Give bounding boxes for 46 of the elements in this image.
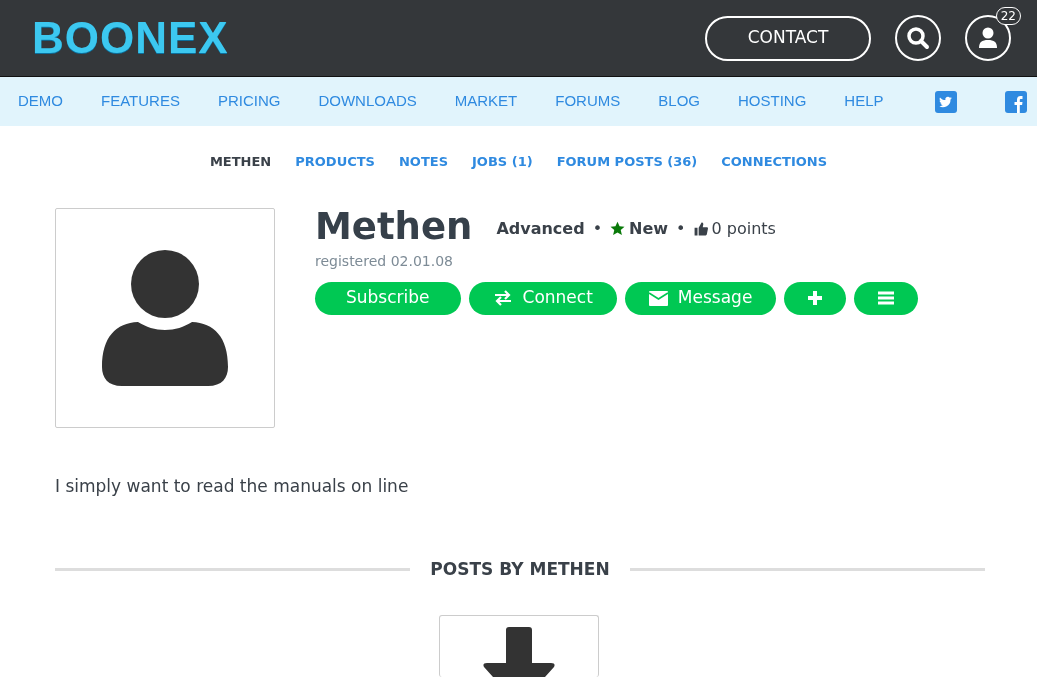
star-icon bbox=[610, 221, 626, 236]
nav-link[interactable]: BLOG bbox=[658, 90, 700, 113]
profile-tab[interactable]: NOTES bbox=[398, 152, 448, 172]
facebook-icon[interactable] bbox=[1005, 91, 1027, 113]
points-count: 0 points bbox=[711, 217, 776, 240]
about-text: I simply want to read the manuals on line bbox=[55, 474, 410, 498]
message-button[interactable]: Message bbox=[624, 281, 777, 315]
subscribe-button[interactable]: Subscribe bbox=[315, 281, 461, 315]
nav-link[interactable]: MARKET bbox=[454, 90, 518, 113]
menu-button[interactable] bbox=[854, 281, 919, 315]
connect-button[interactable]: Connect bbox=[468, 281, 617, 315]
member-level: Advanced bbox=[496, 217, 585, 240]
contact-button[interactable]: CONTACT bbox=[705, 15, 871, 61]
nav-link[interactable]: HELP bbox=[844, 90, 884, 113]
search-icon bbox=[906, 26, 930, 50]
profile-tab[interactable]: FORUM POSTS (36) bbox=[556, 152, 698, 172]
nav-link[interactable]: DOWNLOADS bbox=[318, 90, 417, 113]
profile-tab[interactable]: CONNECTIONS bbox=[721, 152, 828, 172]
download-icon bbox=[481, 626, 556, 677]
profile-tab[interactable]: METHEN bbox=[209, 152, 272, 172]
profile-name: Methen bbox=[315, 207, 473, 245]
user-silhouette-icon bbox=[102, 248, 228, 387]
member-status-label: New bbox=[629, 217, 669, 240]
nav-link[interactable]: FORUMS bbox=[555, 90, 621, 113]
envelope-icon bbox=[648, 290, 668, 306]
plus-icon bbox=[808, 291, 823, 305]
thumbs-up-icon bbox=[693, 221, 708, 236]
separator-dot: • bbox=[676, 217, 686, 240]
notification-count: 22 bbox=[995, 7, 1021, 25]
logo[interactable]: BOONEX bbox=[32, 5, 229, 71]
menu-icon bbox=[878, 291, 895, 305]
registered-date: registered 02.01.08 bbox=[315, 251, 454, 271]
nav-link[interactable]: PRICING bbox=[217, 90, 281, 113]
nav-link[interactable]: HOSTING bbox=[737, 90, 807, 113]
profile-tab[interactable]: JOBS (1) bbox=[472, 152, 533, 172]
add-button[interactable] bbox=[784, 281, 847, 315]
user-icon bbox=[978, 27, 998, 49]
profile-tab[interactable]: PRODUCTS bbox=[295, 152, 375, 172]
search-button[interactable] bbox=[895, 15, 941, 61]
nav-link[interactable]: FEATURES bbox=[101, 90, 180, 113]
section-heading: POSTS BY METHEN bbox=[430, 558, 610, 581]
post-card[interactable] bbox=[438, 614, 599, 677]
nav-link[interactable]: DEMO bbox=[18, 90, 63, 113]
twitter-icon[interactable] bbox=[935, 91, 957, 113]
separator-dot: • bbox=[592, 217, 603, 240]
swap-icon bbox=[492, 290, 513, 306]
